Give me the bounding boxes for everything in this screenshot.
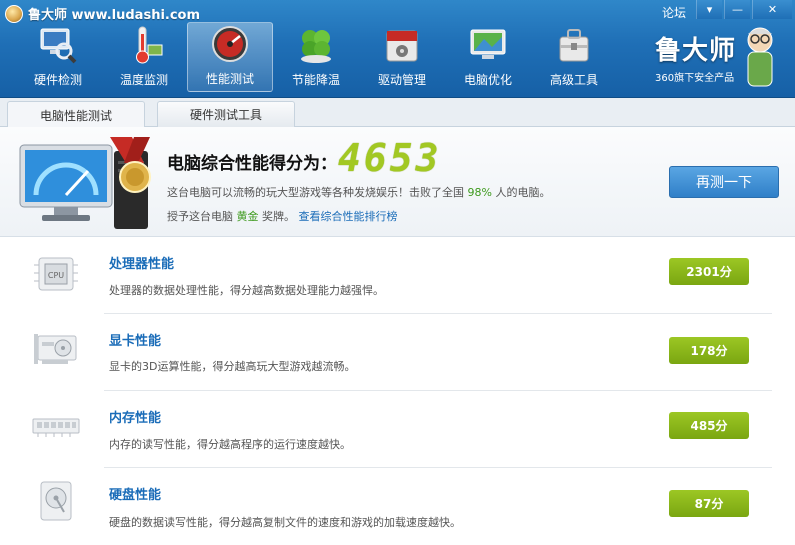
hard-disk-icon bbox=[30, 480, 82, 522]
clover-leaf-icon bbox=[296, 25, 336, 65]
item-description: 处理器的数据处理性能，得分越高数据处理能力越强悍。 bbox=[109, 284, 384, 297]
nav-label: 节能降温 bbox=[291, 73, 340, 87]
item-description: 硬盘的数据读写性能，得分越高复制文件的速度和游戏的加载速度越快。 bbox=[109, 516, 461, 529]
nav-pc-optimize[interactable]: 电脑优化 bbox=[445, 22, 531, 92]
nav-label: 温度监测 bbox=[119, 73, 168, 87]
app-title: 鲁大师 www.ludashi.com bbox=[28, 8, 201, 23]
main-nav: 硬件检测 温度监测 性能测试 节能降温 驱动管理 电脑优化 高级工具 bbox=[15, 22, 617, 92]
window-menu-button[interactable]: ▾ bbox=[696, 0, 722, 19]
award-prefix: 授予这台电脑 bbox=[167, 210, 233, 223]
memory-stick-icon bbox=[30, 405, 82, 447]
list-item-disk: 硬盘性能 硬盘的数据读写性能，得分越高复制文件的速度和游戏的加载速度越快。 87… bbox=[0, 468, 795, 544]
thermometer-icon bbox=[124, 25, 164, 65]
list-item-memory: 内存性能 内存的读写性能，得分越高程序的运行速度越快。 485分 bbox=[0, 391, 795, 467]
score-panel: 电脑综合性能得分为： 4653 这台电脑可以流畅的玩大型游戏等各种发烧娱乐！击败… bbox=[0, 127, 795, 237]
driver-box-icon bbox=[382, 25, 422, 65]
svg-text:CPU: CPU bbox=[48, 271, 64, 280]
score-desc-prefix: 这台电脑可以流畅的玩大型游戏等各种发烧娱乐！击败了全国 bbox=[167, 186, 464, 199]
item-title: 显卡性能 bbox=[109, 334, 162, 349]
nav-label: 高级工具 bbox=[549, 73, 598, 87]
title-bar: 鲁大师 www.ludashi.com 论坛 ▾ — ✕ 硬件检测 温度监测 性… bbox=[0, 0, 795, 98]
item-description: 内存的读写性能，得分越高程序的运行速度越快。 bbox=[109, 438, 351, 451]
retest-button[interactable]: 再测一下 bbox=[669, 166, 779, 198]
nav-label: 硬件检测 bbox=[33, 73, 82, 87]
award-level: 黄金 bbox=[236, 210, 259, 223]
tab-pc-performance[interactable]: 电脑性能测试 bbox=[7, 101, 145, 128]
nav-hardware-check[interactable]: 硬件检测 bbox=[15, 22, 101, 92]
cpu-chip-icon: CPU bbox=[30, 253, 82, 295]
item-score-badge: 87分 bbox=[669, 490, 749, 517]
nav-label: 性能测试 bbox=[205, 72, 254, 86]
score-desc-suffix: 人的电脑。 bbox=[495, 186, 551, 199]
nav-temperature[interactable]: 温度监测 bbox=[101, 22, 187, 92]
item-title: 内存性能 bbox=[109, 411, 162, 426]
award-line: 授予这台电脑 黄金 奖牌。 查看综合性能排行榜 bbox=[167, 208, 398, 224]
nav-label: 驱动管理 bbox=[377, 73, 426, 87]
nav-label: 电脑优化 bbox=[463, 73, 512, 87]
item-title: 处理器性能 bbox=[109, 257, 175, 272]
close-button[interactable]: ✕ bbox=[752, 0, 792, 19]
nav-performance-test[interactable]: 性能测试 bbox=[187, 22, 273, 92]
tab-hardware-tools[interactable]: 硬件测试工具 bbox=[157, 101, 295, 127]
brand-subtitle: 360旗下安全产品 bbox=[655, 73, 735, 84]
nav-energy-saving[interactable]: 节能降温 bbox=[273, 22, 359, 92]
minimize-button[interactable]: — bbox=[724, 0, 750, 19]
award-suffix: 奖牌。 bbox=[262, 210, 295, 223]
ranking-link[interactable]: 查看综合性能排行榜 bbox=[299, 210, 398, 223]
nav-driver-management[interactable]: 驱动管理 bbox=[359, 22, 445, 92]
item-score-badge: 178分 bbox=[669, 337, 749, 364]
toolbox-icon bbox=[554, 25, 594, 65]
brand-area: 鲁大师 360旗下安全产品 bbox=[655, 30, 736, 84]
list-item-gpu: 显卡性能 显卡的3D运算性能，得分越高玩大型游戏越流畅。 178分 bbox=[0, 314, 795, 390]
graphics-card-icon bbox=[30, 328, 82, 370]
list-item-cpu: CPU 处理器性能 处理器的数据处理性能，得分越高数据处理能力越强悍。 2301… bbox=[0, 237, 795, 313]
app-logo-icon bbox=[5, 5, 23, 23]
mascot-icon bbox=[742, 26, 778, 88]
beat-percent: 98% bbox=[467, 186, 492, 199]
tab-bar: 电脑性能测试 硬件测试工具 bbox=[0, 98, 795, 128]
score-description: 这台电脑可以流畅的玩大型游戏等各种发烧娱乐！击败了全国 98% 人的电脑。 bbox=[167, 184, 550, 200]
item-score-badge: 485分 bbox=[669, 412, 749, 439]
score-value: 4653 bbox=[338, 136, 442, 180]
speed-gauge-icon bbox=[210, 24, 250, 64]
magnifier-monitor-icon bbox=[38, 25, 78, 65]
item-title: 硬盘性能 bbox=[109, 488, 162, 503]
forum-link[interactable]: 论坛 bbox=[662, 4, 686, 21]
monitor-medal-icon bbox=[14, 137, 164, 232]
brand-logo: 鲁大师 bbox=[655, 36, 737, 66]
optimize-screen-icon bbox=[468, 25, 508, 65]
item-score-badge: 2301分 bbox=[669, 258, 749, 285]
item-description: 显卡的3D运算性能，得分越高玩大型游戏越流畅。 bbox=[109, 360, 356, 373]
nav-advanced-tools[interactable]: 高级工具 bbox=[531, 22, 617, 92]
score-label: 电脑综合性能得分为： bbox=[167, 154, 337, 174]
